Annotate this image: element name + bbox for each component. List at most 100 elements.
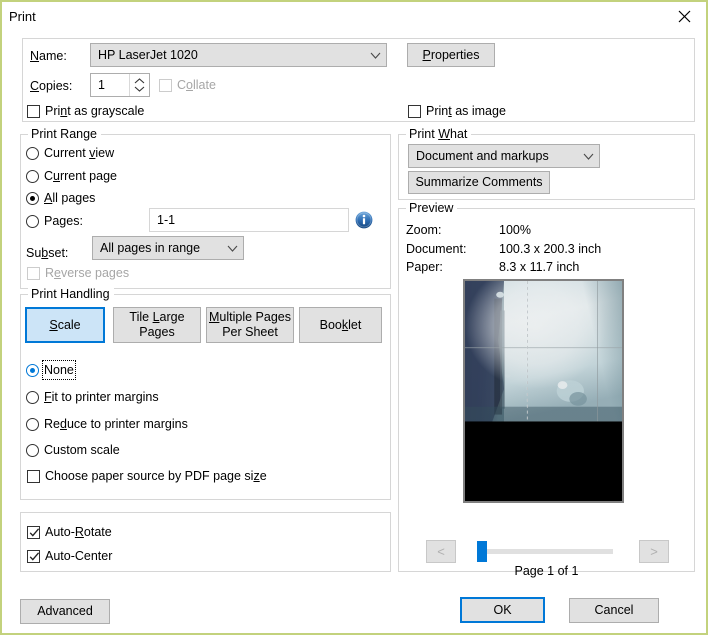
radio-fit-to-printer-margins[interactable]: Fit to printer margins: [26, 389, 159, 405]
copies-spinner[interactable]: [129, 74, 149, 96]
printer-name-label: Name:: [30, 49, 67, 63]
summarize-comments-button[interactable]: Summarize Comments: [408, 171, 550, 194]
radio-circle: [26, 146, 39, 160]
window-title: Print: [9, 9, 36, 24]
checkbox-box: [27, 104, 40, 118]
collate-checkbox[interactable]: Collate: [159, 77, 216, 93]
subset-value: All pages in range: [100, 241, 201, 255]
summarize-comments-label: Summarize Comments: [415, 175, 543, 189]
radio-reduce-to-printer-margins[interactable]: Reduce to printer margins: [26, 416, 188, 432]
next-page-button[interactable]: >: [639, 540, 669, 563]
ok-button-label: OK: [493, 602, 512, 617]
paper-label: Paper:: [406, 260, 443, 274]
print-as-image-label: Print as image: [426, 104, 506, 118]
title-bar: Print: [2, 2, 706, 32]
print-as-image-checkbox[interactable]: Print as image: [408, 103, 506, 119]
reverse-pages-checkbox[interactable]: Reverse pages: [27, 265, 129, 281]
print-dialog: Print Name: HP LaserJet 1020 Properties …: [0, 0, 708, 635]
radio-label: Reduce to printer margins: [44, 417, 188, 431]
preview-title: Preview: [406, 200, 458, 216]
tab-tile-large-pages-label: Tile Large Pages: [129, 310, 185, 339]
printer-name-combo[interactable]: HP LaserJet 1020: [90, 43, 387, 67]
cancel-button-label: Cancel: [594, 603, 634, 617]
print-as-grayscale-checkbox[interactable]: Print as grayscale: [27, 103, 144, 119]
tab-multiple-pages-per-sheet[interactable]: Multiple Pages Per Sheet: [206, 307, 294, 343]
tab-multiple-pages-per-sheet-label: Multiple Pages Per Sheet: [209, 310, 291, 339]
advanced-button-label: Advanced: [37, 604, 93, 618]
auto-center-label: Auto-Center: [45, 549, 113, 563]
checkbox-box: [159, 78, 172, 92]
radio-circle: [26, 169, 39, 183]
radio-label: None: [42, 360, 76, 380]
checkbox-box: [27, 525, 40, 539]
copies-stepper[interactable]: 1: [90, 73, 150, 97]
radio-custom-scale[interactable]: Custom scale: [26, 442, 120, 458]
radio-label: Current view: [44, 146, 115, 160]
radio-label: Custom scale: [44, 443, 120, 457]
page-slider-track[interactable]: [477, 549, 613, 554]
radio-current-page[interactable]: Current page: [26, 168, 117, 184]
tab-booklet[interactable]: Booklet: [299, 307, 382, 343]
paper-source-checkbox[interactable]: Choose paper source by PDF page size: [27, 468, 267, 484]
tab-booklet-label: Booklet: [319, 317, 362, 332]
properties-button[interactable]: Properties: [407, 43, 495, 67]
radio-label: Fit to printer margins: [44, 390, 159, 404]
document-label: Document:: [406, 242, 467, 256]
subset-label: Subset:: [26, 246, 69, 260]
paper-value: 8.3 x 11.7 inch: [499, 260, 580, 274]
radio-label: Pages:: [44, 214, 83, 228]
zoom-value: 100%: [499, 223, 531, 237]
chevron-down-icon: [577, 153, 599, 160]
reverse-pages-label: Reverse pages: [45, 266, 130, 280]
paper-source-label: Choose paper source by PDF page size: [45, 469, 267, 483]
tab-tile-large-pages[interactable]: Tile Large Pages: [113, 307, 201, 343]
radio-circle: [26, 390, 39, 404]
advanced-button[interactable]: Advanced: [20, 599, 110, 624]
ok-button[interactable]: OK: [460, 597, 545, 623]
print-range-title: Print Range: [28, 126, 102, 142]
auto-rotate-checkbox[interactable]: Auto-Rotate: [27, 524, 112, 540]
checkbox-box: [27, 549, 40, 563]
previous-page-button[interactable]: <: [426, 540, 456, 563]
copies-value: 1: [98, 78, 105, 92]
page-preview: [463, 279, 624, 503]
radio-label: All pages: [44, 191, 96, 205]
print-handling-title: Print Handling: [28, 286, 114, 302]
radio-circle: [26, 214, 39, 228]
properties-button-label: Properties: [422, 47, 480, 62]
tab-scale-label: Scale: [49, 317, 81, 332]
info-icon[interactable]: [355, 211, 373, 234]
page-slider-thumb[interactable]: [477, 541, 487, 562]
zoom-label: Zoom:: [406, 223, 442, 237]
radio-circle: [26, 363, 39, 377]
document-value: 100.3 x 200.3 inch: [499, 242, 602, 256]
pages-range-input[interactable]: 1-1: [149, 208, 349, 232]
radio-pages[interactable]: Pages:: [26, 213, 83, 229]
printer-name-value: HP LaserJet 1020: [98, 48, 198, 62]
chevron-down-icon: [364, 52, 386, 59]
previous-page-label: <: [437, 544, 445, 559]
collate-label: Collate: [177, 78, 216, 92]
radio-circle: [26, 417, 39, 431]
radio-current-view[interactable]: Current view: [26, 145, 114, 161]
page-indicator: Page 1 of 1: [514, 564, 579, 578]
copies-label: Copies:: [30, 79, 73, 93]
close-icon[interactable]: [662, 2, 706, 31]
chevron-down-icon: [221, 245, 243, 252]
print-as-grayscale-label: Print as grayscale: [45, 104, 145, 118]
print-what-combo[interactable]: Document and markups: [408, 144, 600, 168]
subset-combo[interactable]: All pages in range: [92, 236, 244, 260]
auto-center-checkbox[interactable]: Auto-Center: [27, 548, 112, 564]
radio-scale-none[interactable]: None: [26, 360, 76, 380]
cancel-button[interactable]: Cancel: [569, 598, 659, 623]
tab-scale[interactable]: Scale: [25, 307, 105, 343]
radio-all-pages[interactable]: All pages: [26, 190, 95, 206]
preview-thumbnail-image: [465, 281, 622, 501]
radio-circle: [26, 191, 39, 205]
radio-circle: [26, 443, 39, 457]
auto-rotate-label: Auto-Rotate: [45, 525, 112, 539]
pages-range-value: 1-1: [157, 213, 176, 227]
checkbox-box: [27, 469, 40, 483]
print-what-title: Print What: [406, 126, 472, 142]
checkbox-box: [408, 104, 421, 118]
